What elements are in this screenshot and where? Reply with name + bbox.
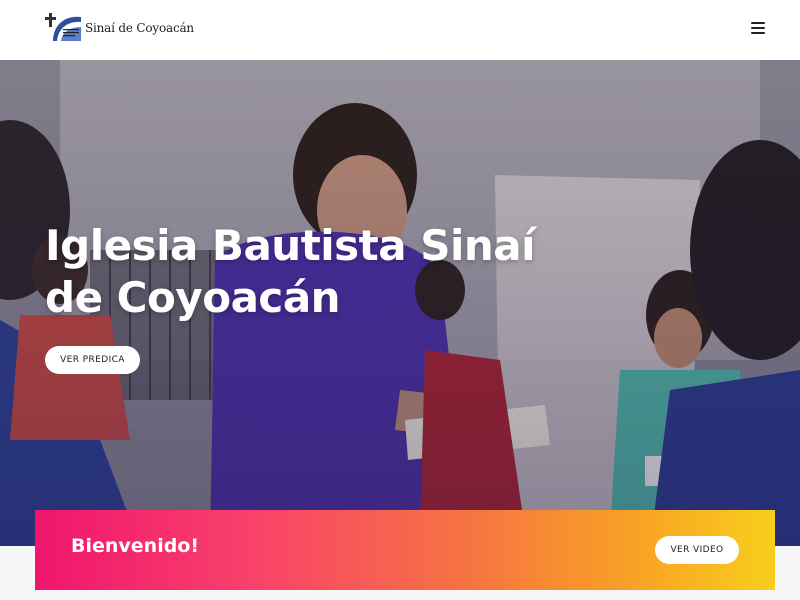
ver-video-button[interactable]: VER VIDEO — [655, 536, 739, 564]
site-logo[interactable]: Sinaí de Coyoacán — [43, 11, 194, 45]
hero-title-line2: de Coyoacán — [45, 273, 341, 322]
site-name: Sinaí de Coyoacán — [85, 21, 194, 35]
welcome-title: Bienvenido! — [71, 535, 200, 557]
ver-predica-button[interactable]: VER PREDICA — [45, 346, 140, 374]
welcome-banner: Bienvenido! VER VIDEO — [35, 510, 775, 590]
hero-section: Iglesia Bautista Sinaí de Coyoacán VER P… — [0, 60, 800, 546]
hero-title-line1: Iglesia Bautista Sinaí — [45, 221, 536, 270]
hero-title: Iglesia Bautista Sinaí de Coyoacán — [45, 220, 605, 324]
site-header: Sinaí de Coyoacán — [0, 0, 800, 60]
hamburger-menu-icon[interactable] — [749, 20, 767, 36]
church-logo-icon — [45, 13, 81, 41]
